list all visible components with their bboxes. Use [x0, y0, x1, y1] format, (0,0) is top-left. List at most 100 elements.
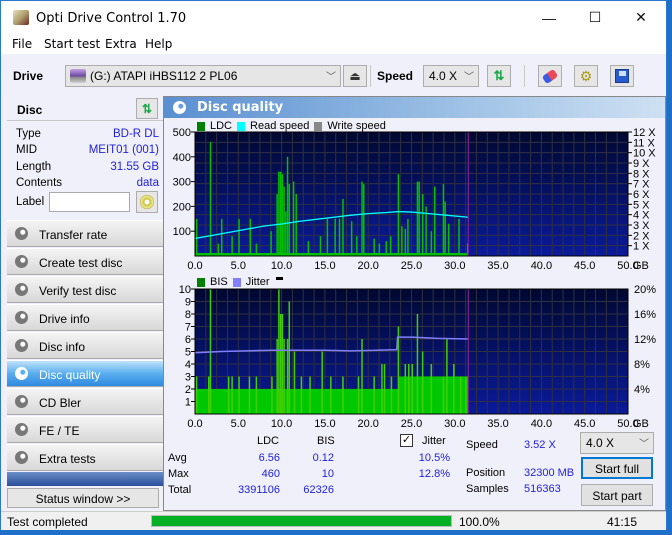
nav-label: Create test disc [39, 256, 123, 270]
y-right-tick-label: 20% [634, 284, 656, 296]
x-tick-label: 15.0 [314, 418, 335, 429]
disc-refresh-button[interactable]: ⇅ [136, 98, 158, 119]
stats-max-bis: 10 [321, 468, 334, 480]
nav-cd-bler[interactable]: CD Bler [7, 388, 163, 415]
eject-button[interactable]: ⏏ [343, 65, 367, 87]
status-window-button[interactable]: Status window >> [7, 488, 159, 508]
ldc-bar [356, 236, 358, 256]
ldc-bar [385, 241, 388, 256]
speed-select[interactable]: 4.0 X ﹀ [423, 65, 479, 87]
minimize-button[interactable]: — [526, 1, 572, 34]
ldc-bar [217, 243, 220, 256]
menu-start-test[interactable]: Start test [44, 37, 100, 51]
ldc-bar [288, 184, 291, 256]
ldc-bar [416, 181, 419, 256]
disc-length-value: 31.55 GB [110, 161, 159, 173]
speed-value: 3.52 X [524, 439, 556, 451]
x-tick-label: 15.0 [314, 260, 335, 269]
stats-avg-bis: 0.12 [312, 452, 334, 464]
samples-label: Samples [466, 483, 509, 495]
menu-help[interactable]: Help [145, 37, 172, 51]
ldc-bar [418, 181, 420, 256]
x-tick-label: 0.0 [187, 418, 202, 429]
erase-button[interactable] [538, 65, 562, 87]
ldc-bar [319, 236, 322, 256]
nav-extra-tests[interactable]: Extra tests [7, 444, 163, 471]
stats-total-bis: 62326 [303, 484, 334, 496]
menu-bar: File Start test Extra Help [1, 34, 666, 54]
disc-contents-label: Contents [16, 177, 63, 189]
nav-transfer-rate[interactable]: Transfer rate [7, 220, 163, 247]
samples-value: 516363 [524, 483, 561, 495]
stats-total-label: Total [168, 484, 192, 496]
ldc-bar [442, 184, 445, 256]
menu-file[interactable]: File [12, 37, 32, 51]
bis-bar [300, 376, 303, 414]
panel-title: Disc quality [197, 100, 284, 115]
toolbar-separator [370, 65, 371, 87]
ldc-bar [285, 211, 287, 256]
ldc-bar [255, 243, 258, 256]
speed-label: Speed [377, 69, 414, 83]
ldc-bar [447, 223, 450, 256]
ldc-bar [373, 238, 375, 256]
nav-verify-test-disc[interactable]: Verify test disc [7, 276, 163, 303]
drive-select-value: (G:) ATAPI iHBS112 2 PL06 [90, 69, 238, 83]
x-tick-label: 25.0 [401, 260, 422, 269]
y-right-tick-label: 12% [634, 334, 656, 346]
refresh-icon: ⇅ [493, 68, 505, 83]
menu-extra[interactable]: Extra [105, 37, 137, 51]
jitter-checkbox[interactable]: ✓ [400, 434, 413, 447]
chevron-down-icon: ﹀ [326, 72, 336, 83]
ldc-bar [281, 174, 284, 256]
start-full-button[interactable]: Start full [581, 457, 653, 479]
close-button[interactable]: ✕ [618, 1, 664, 34]
title-bar: Opti Drive Control 1.70 — ☐ ✕ [1, 1, 666, 34]
progress-bar [151, 515, 452, 527]
disc-icon [15, 255, 28, 268]
bis-bar [309, 376, 311, 414]
y-right-tick-label: 7 X [633, 179, 650, 191]
disc-icon [15, 423, 28, 436]
ldc-chart: 0.0 5.0 10.0 15.0 20.0 25.0 30.0 35.0 40.0 45.0 50… [173, 127, 657, 269]
disc-label-input[interactable] [49, 192, 130, 212]
x-tick-label: 45.0 [574, 418, 595, 429]
ldc-bar [238, 218, 240, 256]
ldc-bar [220, 218, 223, 256]
y-right-tick-label: 5 X [633, 199, 650, 211]
speed-label: Speed [466, 439, 498, 451]
disc-header: Disc ⇅ [7, 97, 163, 121]
settings-button[interactable]: ⚙ [574, 65, 598, 87]
nav-fe-te[interactable]: FE / TE [7, 416, 163, 443]
refresh-button[interactable]: ⇅ [487, 65, 511, 87]
save-button[interactable] [610, 65, 634, 87]
disc-label-apply-button[interactable] [136, 191, 158, 213]
start-part-button[interactable]: Start part [581, 484, 653, 506]
drive-select[interactable]: (G:) ATAPI iHBS112 2 PL06 ﹀ [65, 65, 341, 87]
nav-label: Disc quality [39, 368, 101, 382]
status-text: Test completed [7, 515, 88, 529]
ldc-bar [401, 226, 403, 256]
y-tick-label: 3 [185, 372, 191, 384]
test-speed-select[interactable]: 4.0 X ﹀ [580, 432, 654, 454]
y-tick-label: 400 [173, 152, 191, 164]
stats-avg-ldc: 6.56 [258, 452, 280, 464]
nav-disc-quality[interactable]: Disc quality [7, 360, 163, 387]
nav-disc-info[interactable]: Disc info [7, 332, 163, 359]
x-tick-label: 45.0 [574, 260, 595, 269]
maximize-button[interactable]: ☐ [572, 1, 618, 34]
ldc-bar [209, 141, 212, 256]
toolbar: Drive (G:) ATAPI iHBS112 2 PL06 ﹀ ⏏ Spee… [1, 54, 666, 96]
bis-bar [404, 364, 407, 414]
bis-bar [383, 364, 386, 414]
nav-spacer [7, 472, 163, 486]
bis-bar [279, 314, 282, 414]
x-tick-label: 10.0 [271, 260, 292, 269]
y-tick-label: 4 [185, 359, 191, 371]
nav-drive-info[interactable]: Drive info [7, 304, 163, 331]
x-tick-label: 25.0 [401, 418, 422, 429]
app-icon [13, 10, 29, 25]
y-right-tick-label: 12 X [633, 127, 656, 139]
x-tick-label: 40.0 [531, 418, 552, 429]
nav-create-test-disc[interactable]: Create test disc [7, 248, 163, 275]
